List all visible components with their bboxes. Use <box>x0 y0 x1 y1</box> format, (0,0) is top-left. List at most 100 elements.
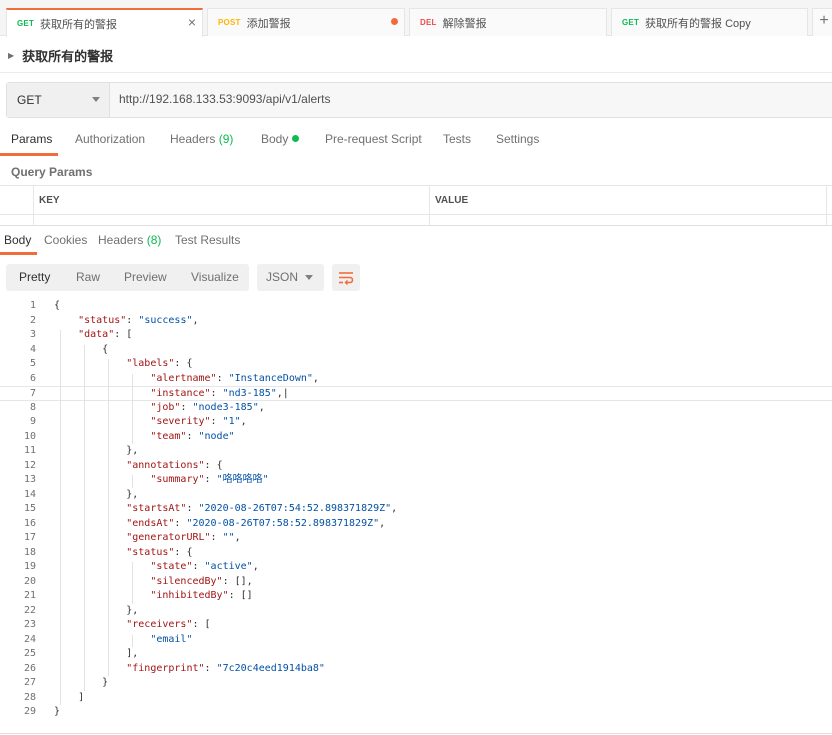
request-tab-get-all-alerts[interactable]: GET 获取所有的警报 × <box>6 8 203 37</box>
response-tab-cookies[interactable]: Cookies <box>44 233 87 247</box>
code-line: 26 "fingerprint": "7c20c4eed1914ba8" <box>0 662 832 677</box>
request-tab-bar: GET 获取所有的警报 × POST 添加警报 DEL 解除警报 GET 获取所… <box>0 0 832 37</box>
line-number: 19 <box>23 561 36 572</box>
line-number: 1 <box>29 300 36 311</box>
code-text: "email" <box>54 633 192 648</box>
json-punctuation <box>54 663 126 674</box>
json-string: "node" <box>198 430 235 442</box>
view-preview-button[interactable]: Preview <box>124 270 167 284</box>
line-number: 3 <box>29 329 36 340</box>
tab-params[interactable]: Params <box>11 132 52 154</box>
view-raw-button[interactable]: Raw <box>76 270 100 284</box>
tab-body[interactable]: Body <box>261 132 300 154</box>
line-number: 11 <box>23 445 36 456</box>
json-key: "receivers" <box>126 619 193 630</box>
method-value: GET <box>17 93 42 107</box>
response-tab-body[interactable]: Body <box>4 233 31 247</box>
response-tab-test-results[interactable]: Test Results <box>175 233 240 247</box>
indent-guide <box>132 562 134 604</box>
code-text: ] <box>54 691 84 706</box>
json-key: "inhibitedBy" <box>150 590 229 601</box>
json-punctuation: : <box>186 430 199 442</box>
line-number: 7 <box>29 388 36 399</box>
line-number: 15 <box>23 503 36 514</box>
json-punctuation <box>54 373 150 384</box>
json-punctuation <box>54 503 126 514</box>
code-text: "receivers": [ <box>54 618 210 633</box>
code-text: { <box>54 299 60 314</box>
unsaved-dot-icon <box>391 18 398 25</box>
response-tab-headers[interactable]: Headers (8) <box>98 233 161 247</box>
view-visualize-button[interactable]: Visualize <box>191 270 239 284</box>
json-key: "generatorURL" <box>126 532 211 543</box>
json-punctuation: : <box>192 561 205 572</box>
method-badge: GET <box>17 19 35 28</box>
line-number: 5 <box>29 358 36 369</box>
code-line: 13 "summary": "咯咯咯咯" <box>0 473 832 488</box>
json-key: "alertname" <box>150 372 217 384</box>
code-text: }, <box>54 444 138 459</box>
response-body-code[interactable]: 1{2 "status": "success", 3 "data": [4 {5 … <box>0 299 832 729</box>
line-number: 10 <box>23 430 36 442</box>
view-pretty-button[interactable]: Pretty <box>19 270 50 284</box>
code-text: "data": [ <box>54 328 132 343</box>
url-input[interactable]: http://192.168.133.53:9093/api/v1/alerts <box>119 92 331 106</box>
method-badge: GET <box>622 18 640 27</box>
code-line: 29} <box>0 705 832 720</box>
json-punctuation: , <box>252 561 259 572</box>
close-icon[interactable]: × <box>188 15 196 29</box>
code-text: "summary": "咯咯咯咯" <box>54 473 268 488</box>
request-tab-add-alert[interactable]: POST 添加警报 <box>207 8 405 36</box>
caret-right-icon[interactable]: ▶ <box>8 51 14 60</box>
json-key: "state" <box>150 561 193 572</box>
tab-headers[interactable]: Headers (9) <box>170 132 233 154</box>
json-punctuation: , <box>391 503 398 514</box>
request-tab-delete-alert[interactable]: DEL 解除警报 <box>409 8 607 36</box>
json-key: "fingerprint" <box>126 662 205 674</box>
json-punctuation <box>54 561 150 572</box>
request-title: 获取所有的警报 <box>22 48 114 64</box>
method-select[interactable]: GET <box>7 83 110 117</box>
json-string: "success" <box>138 314 193 326</box>
json-string: "email" <box>150 633 193 645</box>
response-divider[interactable] <box>0 225 832 226</box>
tab-pre-request-script[interactable]: Pre-request Script <box>325 132 422 154</box>
table-row-divider <box>0 214 832 215</box>
json-punctuation: : <box>180 401 193 413</box>
line-number: 23 <box>23 619 36 630</box>
json-key: "annotations" <box>126 459 205 471</box>
format-select[interactable]: JSON <box>257 264 324 291</box>
tab-body-label: Body <box>261 132 289 146</box>
json-punctuation <box>54 590 150 601</box>
code-line: 28 ] <box>0 691 832 706</box>
tab-tests[interactable]: Tests <box>443 132 471 154</box>
code-line: 20 "silencedBy": [], <box>0 575 832 590</box>
line-number: 29 <box>23 706 36 717</box>
code-line: 4 { <box>0 343 832 358</box>
line-number: 6 <box>29 372 36 384</box>
json-punctuation <box>54 402 150 413</box>
json-key: "team" <box>150 430 187 442</box>
json-punctuation: : [] <box>228 590 253 601</box>
json-string: "2020-08-26T07:54:52.898371829Z" <box>198 503 392 514</box>
code-text: "fingerprint": "7c20c4eed1914ba8" <box>54 662 325 677</box>
new-tab-plus-icon[interactable]: + <box>812 8 832 36</box>
json-punctuation <box>54 619 126 630</box>
request-name[interactable]: ▶ 获取所有的警报 <box>8 45 113 65</box>
response-headers-count: (8) <box>146 233 162 247</box>
json-punctuation: : { <box>174 546 193 558</box>
tab-settings[interactable]: Settings <box>496 132 539 154</box>
json-punctuation: ,| <box>276 388 289 399</box>
response-headers-label: Headers <box>98 233 144 247</box>
json-punctuation: : <box>210 416 223 427</box>
json-string: "1" <box>222 416 241 427</box>
code-text: "team": "node" <box>54 430 235 445</box>
wrap-lines-button[interactable] <box>332 264 360 291</box>
code-line: 5 "labels": { <box>0 357 832 372</box>
json-punctuation: : <box>204 662 217 674</box>
request-tab-get-all-alerts-copy[interactable]: GET 获取所有的警报 Copy <box>611 8 808 36</box>
tab-label: 解除警报 <box>442 17 487 30</box>
tab-authorization[interactable]: Authorization <box>75 132 145 154</box>
code-line: 24 "email" <box>0 633 832 648</box>
active-tab-indicator <box>0 153 58 156</box>
